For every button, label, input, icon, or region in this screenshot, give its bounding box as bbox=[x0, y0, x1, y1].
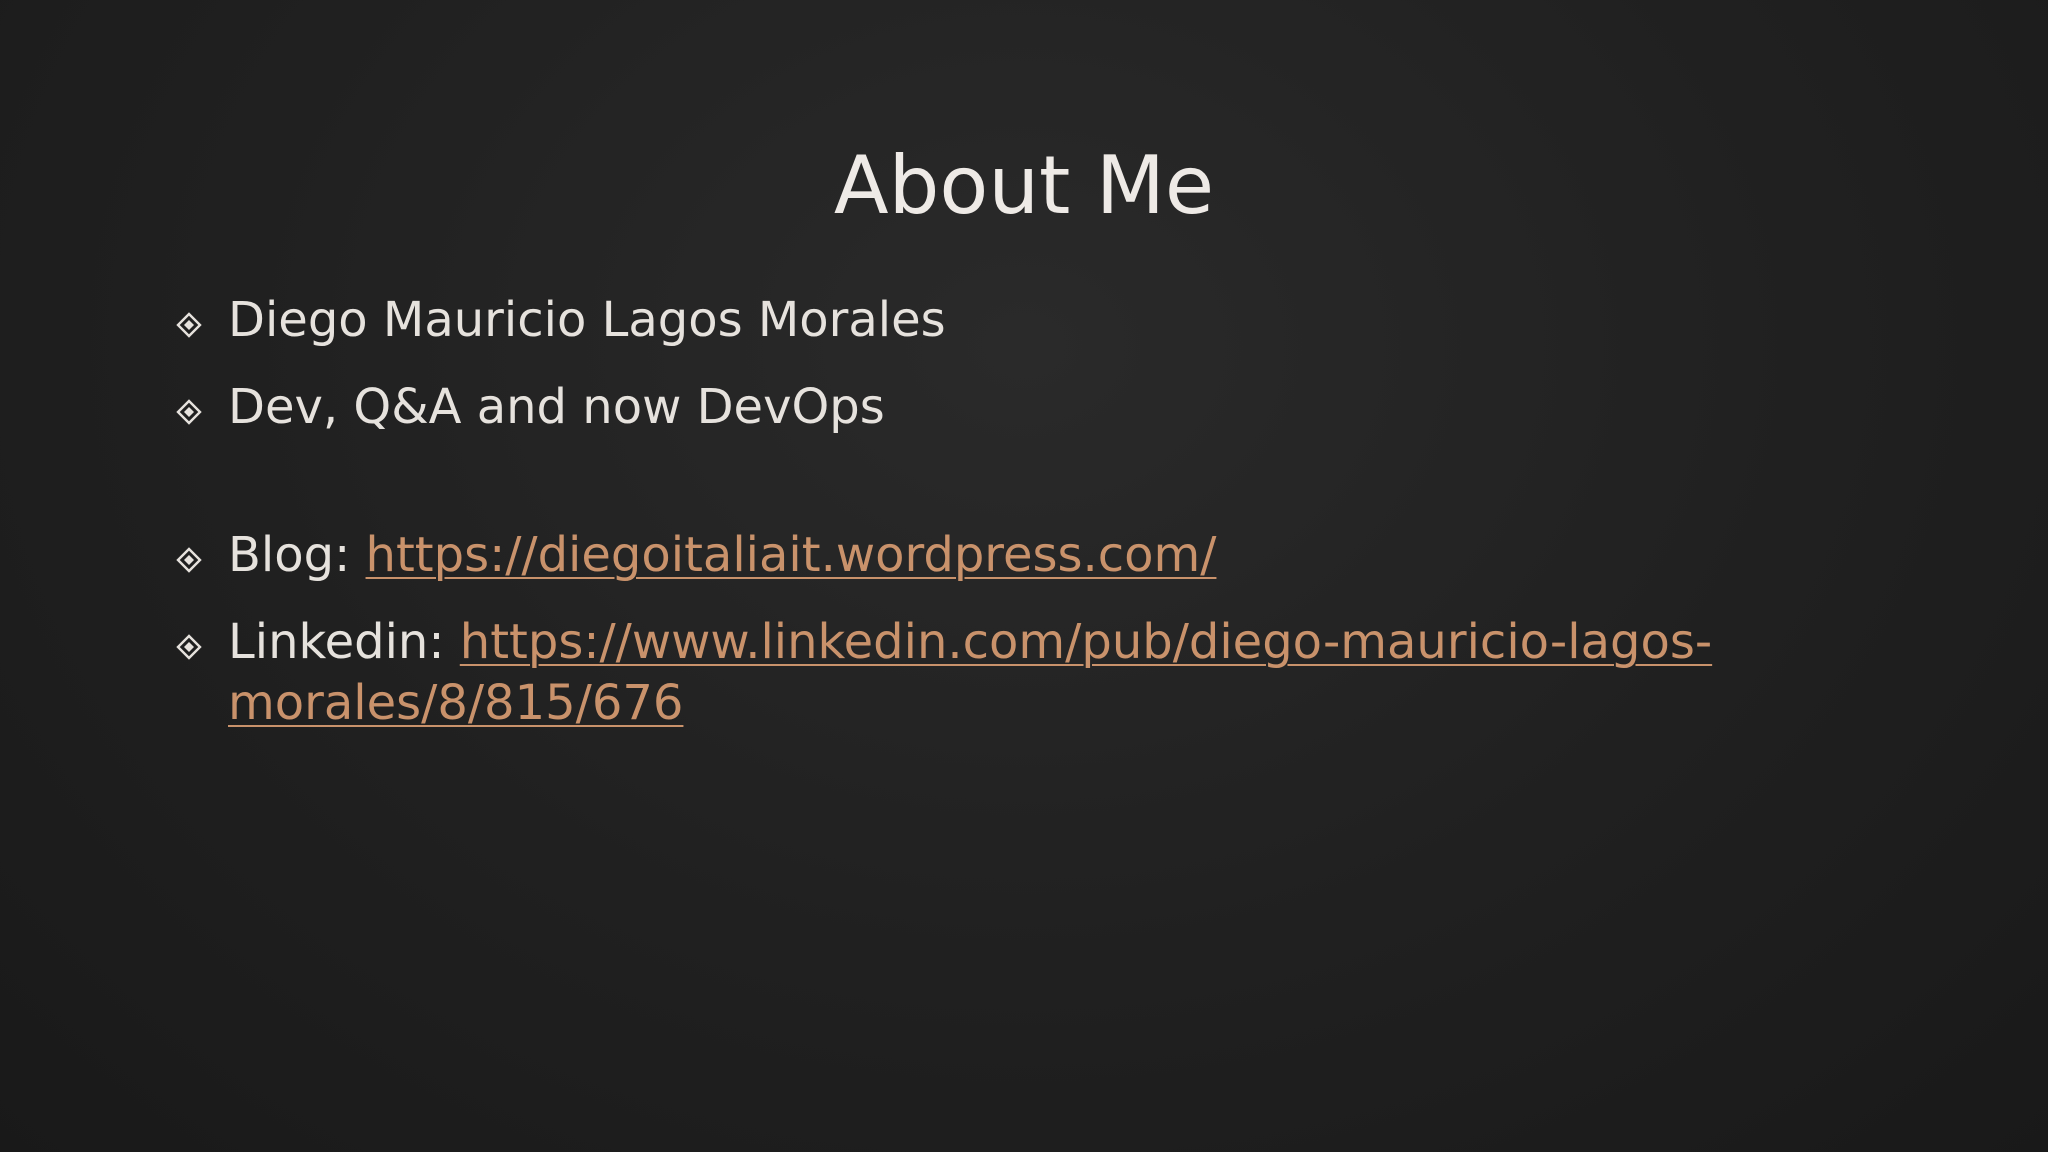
bullet-item-linkedin: Linkedin: https://www.linkedin.com/pub/d… bbox=[176, 612, 1876, 734]
blog-label: Blog: bbox=[228, 527, 366, 583]
diamond-bullet-icon bbox=[176, 399, 202, 425]
slide: About Me Diego Mauricio Lagos Morales De… bbox=[0, 0, 2048, 1152]
diamond-bullet-icon bbox=[176, 312, 202, 338]
bullet-text: Dev, Q&A and now DevOps bbox=[228, 379, 885, 435]
bullet-list: Diego Mauricio Lagos Morales Dev, Q&A an… bbox=[176, 290, 1876, 760]
diamond-bullet-icon bbox=[176, 634, 202, 660]
diamond-bullet-icon bbox=[176, 547, 202, 573]
slide-title: About Me bbox=[833, 139, 1215, 232]
linkedin-label: Linkedin: bbox=[228, 614, 460, 670]
bullet-item-blog: Blog: https://diegoitaliait.wordpress.co… bbox=[176, 525, 1876, 586]
bullet-item-name: Diego Mauricio Lagos Morales bbox=[176, 290, 1876, 351]
blog-link[interactable]: https://diegoitaliait.wordpress.com/ bbox=[366, 527, 1217, 583]
bullet-text: Diego Mauricio Lagos Morales bbox=[228, 292, 946, 348]
bullet-item-role: Dev, Q&A and now DevOps bbox=[176, 377, 1876, 438]
